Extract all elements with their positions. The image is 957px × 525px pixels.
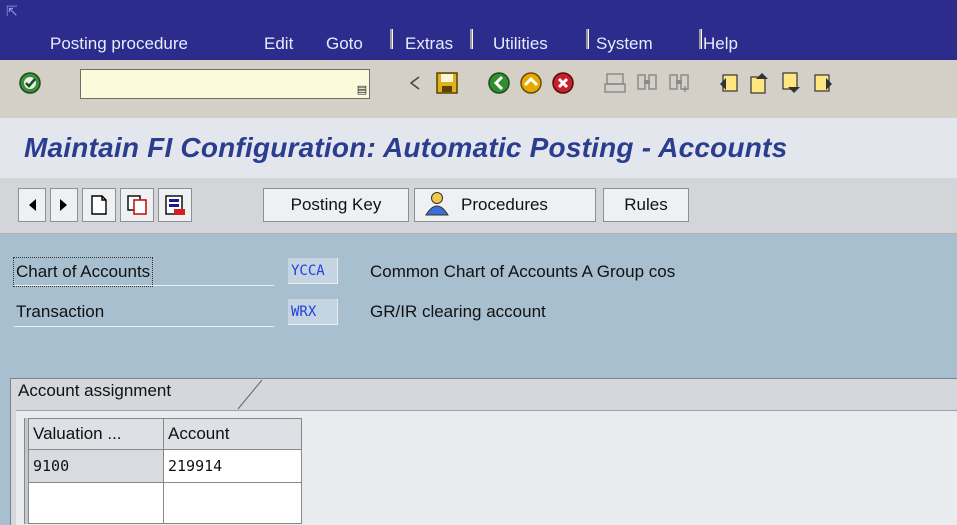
column-header-valuation[interactable]: Valuation ... [28, 418, 164, 450]
previous-entry-button[interactable] [18, 188, 46, 222]
command-field[interactable] [80, 69, 370, 99]
cell-account[interactable]: 219914 [163, 449, 302, 483]
menu-system[interactable]: System [596, 34, 653, 54]
menu-goto[interactable]: Goto [326, 34, 363, 54]
toolbar-separator [470, 29, 473, 49]
chart-of-accounts-description: Common Chart of Accounts A Group cos [370, 262, 676, 281]
menu-edit[interactable]: Edit [264, 34, 293, 54]
next-entry-button[interactable] [50, 188, 78, 222]
copy-as-button[interactable] [120, 188, 154, 222]
toolbar-separator [699, 29, 702, 49]
enter-icon[interactable] [18, 71, 42, 95]
rules-button[interactable]: Rules [603, 188, 689, 222]
previous-page-icon[interactable] [748, 71, 772, 95]
cell-valuation[interactable] [28, 482, 164, 524]
label-underline [14, 326, 274, 327]
tab-edge [237, 379, 263, 410]
procedures-button[interactable]: Procedures [414, 188, 596, 222]
tab-account-assignment[interactable]: Account assignment [18, 381, 171, 401]
page-title: Maintain FI Configuration: Automatic Pos… [24, 132, 788, 163]
cell-account[interactable] [163, 482, 302, 524]
exit-icon[interactable] [519, 71, 543, 95]
posting-key-button[interactable]: Posting Key [263, 188, 409, 222]
column-header-account[interactable]: Account [163, 418, 302, 450]
menu-posting-procedure[interactable]: Posting procedure [50, 34, 188, 54]
back-icon[interactable] [487, 71, 511, 95]
next-page-icon[interactable] [780, 71, 804, 95]
transaction-value: WRX [288, 299, 338, 325]
toolbar-separator [390, 29, 393, 49]
menu-corner-icon[interactable]: ⇱ [6, 4, 18, 20]
first-page-icon[interactable] [716, 71, 740, 95]
label-underline [14, 285, 274, 286]
chart-of-accounts-value: YCCA [288, 258, 338, 284]
toolbar-separator [586, 29, 589, 49]
menu-utilities[interactable]: Utilities [493, 34, 548, 54]
menu-extras[interactable]: Extras [405, 34, 453, 54]
new-entries-button[interactable] [82, 188, 116, 222]
transaction-label: Transaction [16, 302, 105, 321]
command-history-icon[interactable]: ▤ [355, 83, 369, 97]
print-icon[interactable] [603, 71, 627, 95]
back-arrow-icon[interactable] [403, 71, 427, 95]
menu-help[interactable]: Help [703, 34, 738, 54]
chart-of-accounts-label: Chart of Accounts [12, 257, 154, 287]
find-icon[interactable] [635, 71, 659, 95]
delete-button[interactable] [158, 188, 192, 222]
cell-valuation[interactable]: 9100 [28, 449, 164, 483]
last-page-icon[interactable] [812, 71, 836, 95]
transaction-description: GR/IR clearing account [370, 302, 546, 321]
cancel-icon[interactable] [551, 71, 575, 95]
save-icon[interactable] [435, 71, 459, 95]
find-next-icon[interactable] [667, 71, 691, 95]
procedures-label: Procedures [461, 195, 548, 214]
user-icon [423, 191, 455, 219]
